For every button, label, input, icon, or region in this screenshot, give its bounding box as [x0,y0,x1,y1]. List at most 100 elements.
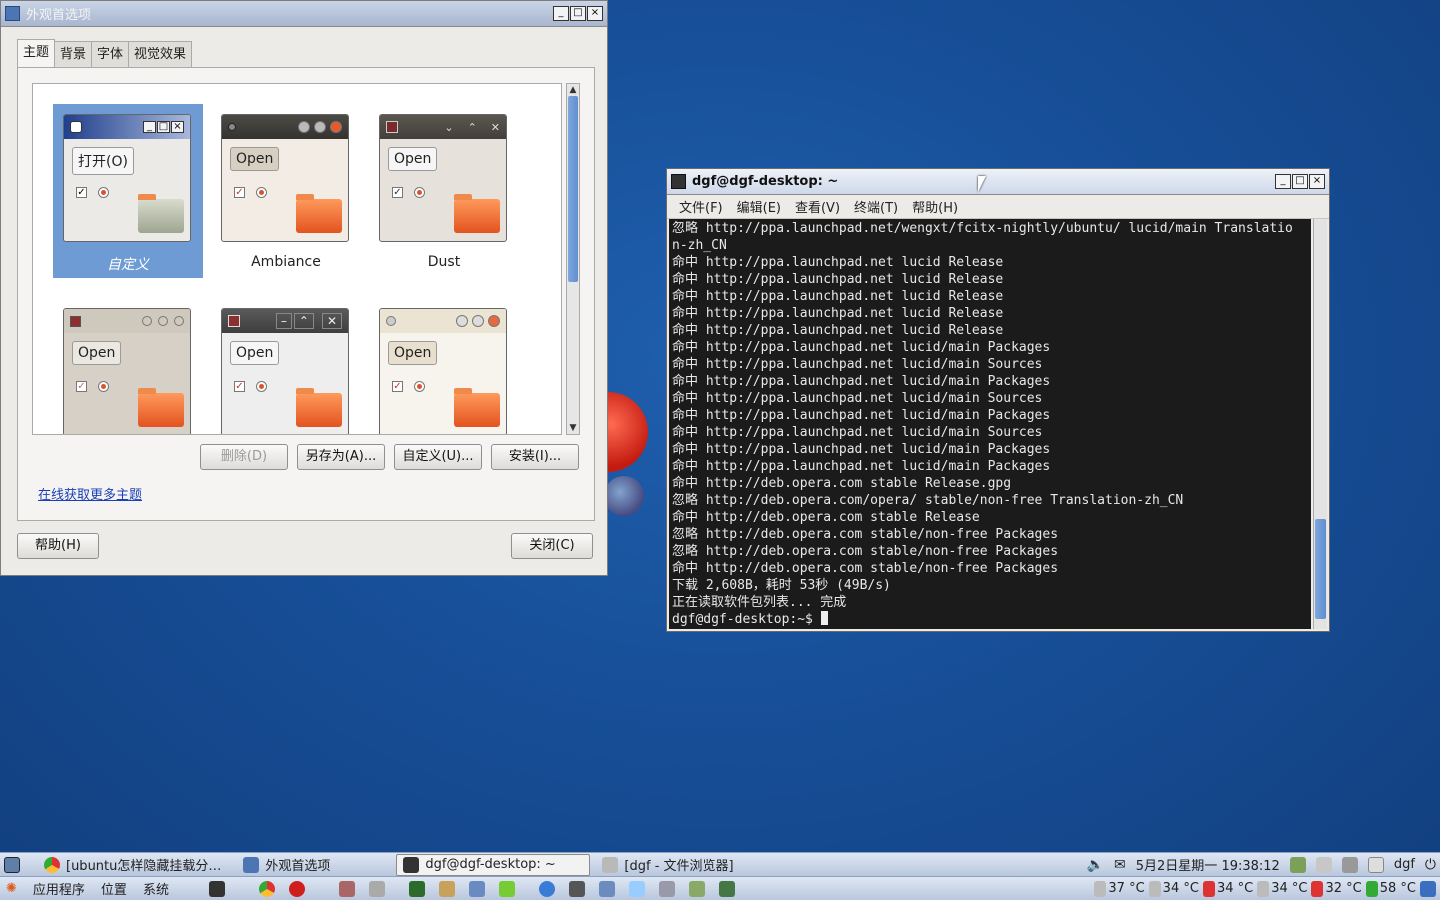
chrome-launcher-icon[interactable] [258,880,275,897]
terminal-line: n-zh_CN [672,238,727,253]
scrollbar-thumb[interactable] [568,96,578,282]
book-launcher-icon[interactable] [688,880,705,897]
delete-button[interactable]: 删除(D) [200,444,288,470]
close-button[interactable]: 关闭(C) [511,533,593,559]
terminal-icon [403,856,420,873]
sensor-icon [1311,880,1324,897]
menu-view[interactable]: 查看(V) [795,197,840,216]
radio-icon [256,381,267,392]
install-button[interactable]: 安装(I)... [491,444,579,470]
calculator-launcher-icon[interactable] [718,880,735,897]
minimize-button[interactable]: _ [553,6,569,21]
sensor-2[interactable]: 34 °C [1148,880,1199,897]
tab-background[interactable]: 背景 [54,41,93,67]
menu-file[interactable]: 文件(F) [679,197,723,216]
maximize-button[interactable]: □ [1292,174,1308,189]
menu-help[interactable]: 帮助(H) [912,197,958,216]
close-icon: × [171,121,184,133]
drop-launcher-icon[interactable] [538,880,555,897]
task-appearance[interactable]: 外观首选项 [237,854,336,876]
maximize-icon [314,121,326,133]
sensor-1[interactable]: 37 °C [1094,880,1145,897]
appearance-titlebar[interactable]: 外观首选项 _ □ × [1,1,607,27]
customize-button[interactable]: 自定义(U)... [394,444,482,470]
sensor-4[interactable]: 34 °C [1257,880,1307,897]
theme-item-ambiance[interactable]: Open ✓ Ambiance [211,104,361,278]
scroll-up-icon[interactable]: ▲ [567,84,579,96]
terminal-prompt[interactable]: dgf@dgf-desktop:~$ [672,611,1308,628]
scanner-launcher-icon[interactable] [368,880,385,897]
task-file-browser[interactable]: [dgf - 文件浏览器] [596,854,739,876]
chat-launcher-icon[interactable] [498,880,515,897]
sensor-3[interactable]: 34 °C [1202,880,1253,897]
power-icon[interactable]: ⏻ [1425,857,1436,873]
terminal-line: 命中 http://ppa.launchpad.net lucid Releas… [672,306,1004,321]
network-icon[interactable] [1289,856,1306,873]
theme-preview: _ □ × 打开(O) ✓ [63,114,191,242]
task-browser[interactable]: [ubuntu怎样隐藏挂载分… [38,854,227,876]
user-name[interactable]: dgf [1394,857,1415,872]
scroll-down-icon[interactable]: ▼ [567,422,579,434]
more-themes-link[interactable]: 在线获取更多主题 [38,484,142,503]
theme-item-6[interactable]: Open ✓ [369,298,519,434]
display-icon[interactable] [1341,856,1358,873]
theme-item-5[interactable]: – ⌃ ✕ Open ✓ [211,298,361,434]
keyboard-icon[interactable] [1315,856,1332,873]
remote-launcher-icon[interactable] [598,880,615,897]
maximize-button[interactable]: □ [570,6,586,21]
window-icon [70,121,82,133]
chart-launcher-icon[interactable] [628,880,645,897]
menu-edit[interactable]: 编辑(E) [737,197,781,216]
minimize-button[interactable]: _ [1275,174,1291,189]
settings-launcher-icon[interactable] [658,880,675,897]
theme-list-scrollbar[interactable]: ▲ ▼ [566,83,580,435]
file-browser-icon [602,856,619,873]
text-cursor [820,611,828,625]
sensor-icon [1365,880,1378,897]
terminal-line: 命中 http://ppa.launchpad.net lucid/main S… [672,357,1043,372]
tab-fonts[interactable]: 字体 [91,41,130,67]
sensor-icon [1202,880,1215,897]
menu-terminal[interactable]: 终端(T) [854,197,898,216]
preview-button: Open [388,341,438,365]
tab-theme[interactable]: 主题 [17,39,56,67]
theme-item-4[interactable]: Open ✓ [53,298,203,434]
terminal-line: 下载 2,608B，耗时 53秒 (49B/s) [672,578,891,593]
theme-item-custom[interactable]: _ □ × 打开(O) ✓ 自定义 [53,104,203,278]
help-button[interactable]: 帮助(H) [17,533,99,559]
terminal-titlebar[interactable]: dgf@dgf-desktop: ~ _ □ × [667,169,1329,195]
tab-visual-effects[interactable]: 视觉效果 [128,41,193,67]
cube-launcher-icon[interactable] [468,880,485,897]
close-window-button[interactable]: × [587,6,603,21]
close-window-button[interactable]: × [1309,174,1325,189]
radio-icon [256,187,267,198]
terminal-output[interactable]: 忽略 http://ppa.launchpad.net/wengxt/fcitx… [669,219,1311,629]
task-terminal[interactable]: dgf@dgf-desktop: ~ [396,853,591,876]
save-as-button[interactable]: 另存为(A)... [297,444,385,470]
folder-icon [138,194,184,233]
opera-launcher-icon[interactable] [288,880,305,897]
folder-icon [454,388,500,427]
monitor-launcher-icon[interactable] [408,880,425,897]
terminal-scrollbar[interactable] [1313,219,1327,629]
preview-button: Open [72,341,122,365]
workspace-icon[interactable] [1420,880,1436,897]
ubuntu-logo-icon[interactable]: ✺ [6,881,17,896]
system-tray: 🔈 ✉ 5月2日星期一 19:38:12 dgf ⏻ [1087,855,1436,874]
terminal-launcher-icon[interactable] [208,880,225,897]
mail-icon[interactable]: ✉ [1114,857,1126,873]
clock[interactable]: 5月2日星期一 19:38:12 [1136,855,1280,874]
show-desktop-icon[interactable] [4,856,20,873]
menu-system[interactable]: 系统 [143,879,169,898]
menu-applications[interactable]: 应用程序 [33,879,85,898]
gimp-launcher-icon[interactable] [568,880,585,897]
virtualbox-launcher-icon[interactable] [438,880,455,897]
app-launcher-icon[interactable] [338,880,355,897]
volume-icon[interactable]: 🔈 [1087,857,1104,873]
sensor-5[interactable]: 32 °C [1311,880,1362,897]
sensor-6[interactable]: 58 °C [1365,880,1416,897]
scrollbar-thumb[interactable] [1315,519,1326,619]
terminal-line: 命中 http://deb.opera.com stable/non-free … [672,561,1059,576]
theme-item-dust[interactable]: ⌄ ⌃ ✕ Open ✓ Dust [369,104,519,278]
menu-places[interactable]: 位置 [101,879,127,898]
